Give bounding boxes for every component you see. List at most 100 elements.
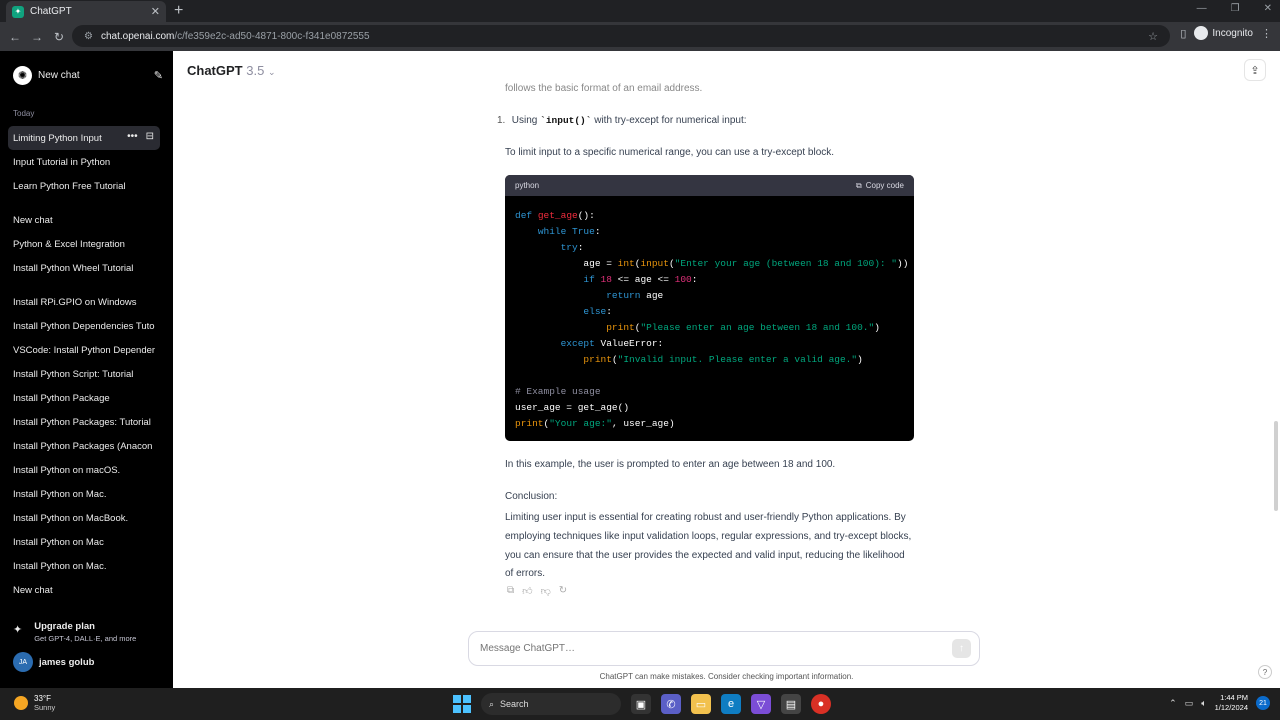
sidebar-item[interactable]: Install Python Wheel Tutorial: [8, 256, 160, 280]
forward-icon[interactable]: →: [26, 30, 48, 44]
message-text-cut: follows the basic format of an email add…: [505, 83, 703, 94]
upgrade-subtitle: Get GPT-4, DALL·E, and more: [34, 634, 137, 643]
sidebar-item-label: Install Python Dependencies Tuto: [13, 320, 155, 332]
clock[interactable]: 1:44 PM 1/12/2024: [1215, 693, 1248, 713]
sidebar-item[interactable]: Install Python on Mac.: [8, 554, 160, 578]
sidebar-fade: [0, 598, 173, 618]
share-button[interactable]: ⇪: [1244, 59, 1266, 81]
scrollbar[interactable]: [1274, 421, 1278, 511]
weather-temp: 33°F: [34, 694, 51, 703]
sidebar-item-label: Install Python Package: [13, 392, 110, 404]
address-bar[interactable]: ⚙ chat.openai.com/c/fe359e2c-ad50-4871-8…: [72, 25, 1170, 47]
sparkle-icon: ✦: [13, 624, 23, 636]
chat-history-list: Limiting Python Input ••• ⊟ Input Tutori…: [8, 126, 160, 602]
code-line: user_age = get_age(): [515, 402, 630, 413]
sidebar-item[interactable]: Install Python on Mac: [8, 530, 160, 554]
start-button[interactable]: [453, 695, 471, 713]
sidebar-item[interactable]: Install Python on Mac.: [8, 482, 160, 506]
sidebar-item-limiting-python-input[interactable]: Limiting Python Input ••• ⊟: [8, 126, 160, 150]
message-input[interactable]: [480, 643, 920, 654]
sidebar-item-label: New chat: [13, 214, 53, 226]
copy-code-button[interactable]: ⧉ Copy code: [856, 181, 904, 191]
sidebar-item[interactable]: Input Tutorial in Python: [8, 150, 160, 174]
thumbs-down-icon[interactable]: 👎︎: [541, 585, 551, 597]
chrome-icon[interactable]: ●: [811, 694, 831, 714]
code-line: print("Please enter an age between 18 an…: [606, 322, 880, 333]
weather-widget[interactable]: 33°F Sunny: [14, 694, 55, 712]
browser-menu-icon[interactable]: ⋮: [1261, 27, 1272, 40]
sidebar-item[interactable]: Python & Excel Integration: [8, 232, 160, 256]
chevron-down-icon: ⌄: [267, 67, 276, 77]
incognito-indicator[interactable]: Incognito: [1194, 26, 1253, 40]
sidebar-item-label: Install Python on macOS.: [13, 464, 121, 476]
photos-icon[interactable]: ▤: [781, 694, 801, 714]
bookmark-star-icon[interactable]: ☆: [1148, 30, 1158, 43]
sidebar-item-label: Install Python Script: Tutorial: [13, 368, 134, 380]
compose-icon[interactable]: ✎: [154, 69, 163, 82]
code-line: print("Invalid input. Please enter a val…: [583, 354, 863, 365]
taskbar-search[interactable]: ⌕ Search: [481, 693, 621, 715]
code-line: def get_age():: [515, 210, 595, 221]
sidebar-item[interactable]: Install Python on MacBook.: [8, 506, 160, 530]
reload-icon[interactable]: ↻: [48, 30, 70, 44]
thumbs-up-icon[interactable]: 👍︎: [522, 585, 532, 597]
code-line: while True:: [537, 226, 601, 237]
inline-code: `input()`: [540, 115, 592, 126]
avatar: JA: [13, 652, 33, 672]
sidebar-item[interactable]: Install RPi.GPIO on Windows: [8, 290, 160, 314]
more-options-icon[interactable]: •••: [127, 131, 138, 142]
sidebar-item-label: New chat: [13, 584, 53, 596]
user-menu-button[interactable]: JA james golub: [13, 652, 94, 672]
new-tab-icon[interactable]: +: [174, 3, 183, 19]
site-info-icon[interactable]: ⚙: [84, 31, 93, 42]
browser-tab[interactable]: ✦ ChatGPT ✕: [6, 1, 166, 22]
code-line: except ValueError:: [560, 338, 664, 349]
chevron-up-icon[interactable]: ⌃: [1169, 698, 1177, 709]
back-icon[interactable]: ←: [4, 30, 26, 44]
code-block: python ⧉ Copy code def get_age(): while …: [505, 175, 914, 441]
sidebar-item[interactable]: New chat: [8, 208, 160, 232]
upgrade-plan-button[interactable]: ✦ Upgrade plan Get GPT-4, DALL·E, and mo…: [13, 621, 136, 643]
taskbar: 33°F Sunny ⌕ Search ▣ ✆ ▭ e ▽ ▤ ● ⌃ ▭ 🔈︎…: [0, 688, 1280, 720]
user-name: james golub: [39, 656, 95, 668]
app-icon[interactable]: ▽: [751, 694, 771, 714]
send-button[interactable]: ↑: [952, 639, 971, 658]
edge-icon[interactable]: e: [721, 694, 741, 714]
tab-title: ChatGPT: [30, 6, 72, 17]
notification-badge[interactable]: 21: [1256, 696, 1270, 710]
tab-close-icon[interactable]: ✕: [151, 5, 160, 18]
sidebar-item[interactable]: VSCode: Install Python Depender: [8, 338, 160, 362]
sidebar-item[interactable]: Learn Python Free Tutorial: [8, 174, 160, 198]
step-suffix: with try-except for numerical input:: [591, 115, 747, 126]
copy-icon[interactable]: ⧉: [507, 585, 514, 597]
sidebar-item-label: Install Python Wheel Tutorial: [13, 262, 134, 274]
sidebar-item[interactable]: Install Python Script: Tutorial: [8, 362, 160, 386]
code-line: if 18 <= age <= 100:: [583, 274, 698, 285]
teams-icon[interactable]: ✆: [661, 694, 681, 714]
sidebar-item[interactable]: Install Python Dependencies Tuto: [8, 314, 160, 338]
sidebar-item-label: Install Python on Mac.: [13, 560, 107, 572]
minimize-icon[interactable]: —: [1197, 3, 1207, 14]
arrow-up-icon: ↑: [959, 643, 964, 654]
archive-icon[interactable]: ⊟: [146, 131, 154, 142]
volume-icon[interactable]: 🔈︎: [1201, 698, 1206, 709]
sidebar-item-label: Input Tutorial in Python: [13, 156, 111, 168]
sidebar-item[interactable]: Install Python Package: [8, 386, 160, 410]
close-window-icon[interactable]: ✕: [1264, 3, 1272, 14]
model-selector[interactable]: ChatGPT 3.5 ⌄: [187, 63, 276, 78]
sidebar-item[interactable]: Install Python Packages (Anacon: [8, 434, 160, 458]
code-line: return age: [606, 290, 664, 301]
maximize-icon[interactable]: ❐: [1231, 3, 1240, 14]
sidebar-item[interactable]: Install Python on macOS.: [8, 458, 160, 482]
help-button[interactable]: ?: [1258, 665, 1272, 679]
regenerate-icon[interactable]: ↻: [559, 585, 567, 597]
file-explorer-icon[interactable]: ▭: [691, 694, 711, 714]
network-icon[interactable]: ▭: [1185, 698, 1194, 709]
task-view-icon[interactable]: ▣: [631, 694, 651, 714]
sidebar-item[interactable]: Install Python Packages: Tutorial: [8, 410, 160, 434]
copy-code-label: Copy code: [865, 181, 904, 190]
side-panel-icon[interactable]: ▯: [1180, 27, 1186, 40]
new-chat-button[interactable]: ✺ New chat ✎: [13, 65, 163, 85]
list-number: 1.: [497, 115, 506, 126]
